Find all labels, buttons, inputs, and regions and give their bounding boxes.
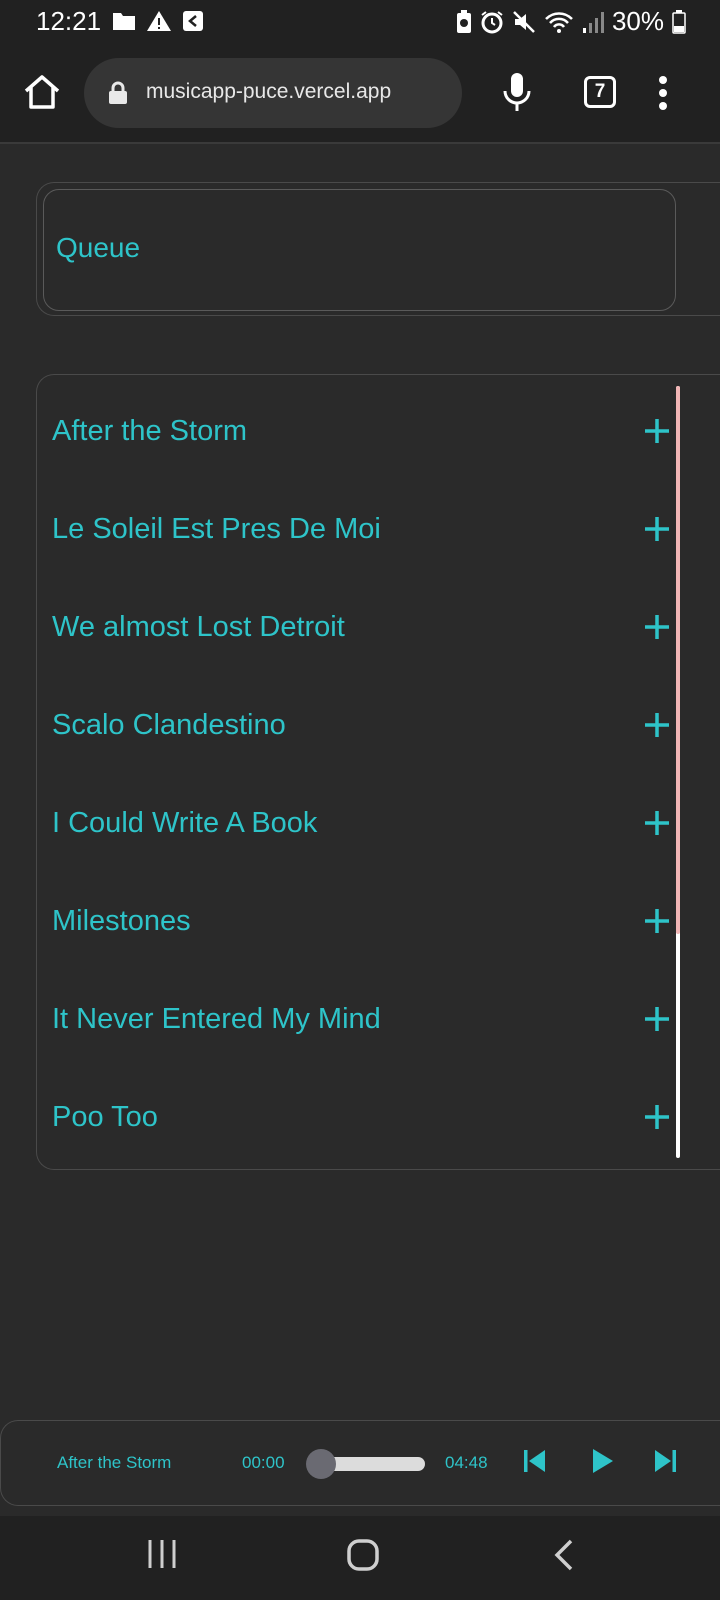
song-item[interactable]: Scalo Clandestino bbox=[37, 669, 677, 767]
tab-switcher-button[interactable]: 7 bbox=[584, 76, 616, 108]
browser-toolbar: musicapp-puce.vercel.app 7 bbox=[0, 44, 720, 144]
exit-icon bbox=[183, 11, 203, 31]
signal-icon bbox=[582, 11, 604, 33]
song-title: Poo Too bbox=[52, 1101, 158, 1133]
warning-icon bbox=[147, 11, 171, 31]
seek-thumb[interactable] bbox=[306, 1449, 336, 1479]
current-time: 00:00 bbox=[242, 1453, 285, 1472]
add-icon[interactable] bbox=[637, 607, 677, 647]
home-nav-icon[interactable] bbox=[346, 1538, 380, 1572]
lock-icon bbox=[109, 81, 127, 104]
add-icon[interactable] bbox=[637, 901, 677, 941]
more-options-icon[interactable] bbox=[658, 76, 668, 110]
queue-title: Queue bbox=[56, 232, 141, 263]
add-icon[interactable] bbox=[637, 705, 677, 745]
battery-icon bbox=[672, 9, 686, 34]
song-item[interactable]: Poo Too bbox=[37, 1061, 677, 1159]
song-item[interactable]: After the Storm bbox=[37, 375, 677, 473]
back-icon[interactable] bbox=[552, 1538, 576, 1572]
song-list: After the Storm Le Soleil Est Pres De Mo… bbox=[36, 374, 720, 1170]
wifi-icon bbox=[545, 11, 573, 33]
scrollbar-thumb[interactable] bbox=[676, 386, 680, 934]
url-text: musicapp-puce.vercel.app bbox=[146, 80, 392, 103]
music-player-bar: After the Storm 00:00 04:48 bbox=[0, 1420, 720, 1506]
system-nav-bar bbox=[0, 1516, 720, 1600]
add-icon[interactable] bbox=[637, 803, 677, 843]
microphone-icon[interactable] bbox=[502, 72, 532, 112]
song-item[interactable]: We almost Lost Detroit bbox=[37, 571, 677, 669]
play-icon[interactable] bbox=[591, 1447, 615, 1475]
duration: 04:48 bbox=[445, 1453, 488, 1472]
add-icon[interactable] bbox=[637, 509, 677, 549]
skip-previous-icon[interactable] bbox=[523, 1447, 547, 1475]
song-title: Scalo Clandestino bbox=[52, 709, 286, 741]
system-icons: 30% bbox=[456, 6, 686, 37]
seek-bar[interactable] bbox=[321, 1457, 425, 1471]
queue-box[interactable]: Queue bbox=[43, 189, 676, 311]
status-bar: 12:21 30% bbox=[0, 0, 720, 44]
queue-panel: Queue bbox=[36, 182, 720, 316]
add-icon[interactable] bbox=[637, 999, 677, 1039]
alarm-icon bbox=[481, 10, 503, 33]
status-time: 12:21 bbox=[36, 6, 102, 36]
song-item[interactable]: Milestones bbox=[37, 865, 677, 963]
song-title: We almost Lost Detroit bbox=[52, 611, 345, 643]
song-title: Milestones bbox=[52, 905, 191, 937]
add-icon[interactable] bbox=[637, 1097, 677, 1137]
now-playing-title: After the Storm bbox=[57, 1453, 172, 1472]
song-list-scrollbar[interactable] bbox=[676, 386, 680, 1158]
song-item[interactable]: It Never Entered My Mind bbox=[37, 963, 677, 1061]
song-item[interactable]: I Could Write A Book bbox=[37, 767, 677, 865]
song-title: It Never Entered My Mind bbox=[52, 1003, 381, 1035]
mute-icon bbox=[513, 10, 535, 33]
song-title: After the Storm bbox=[52, 415, 248, 447]
battery-saver-icon bbox=[456, 9, 471, 33]
home-icon[interactable] bbox=[22, 72, 62, 112]
add-icon[interactable] bbox=[637, 411, 677, 451]
address-bar[interactable]: musicapp-puce.vercel.app bbox=[84, 58, 462, 128]
folder-icon bbox=[113, 13, 135, 30]
notification-icons bbox=[112, 10, 204, 32]
recent-apps-icon[interactable] bbox=[146, 1538, 178, 1570]
skip-next-icon[interactable] bbox=[653, 1447, 677, 1475]
song-item[interactable]: Le Soleil Est Pres De Moi bbox=[37, 473, 677, 571]
song-title: I Could Write A Book bbox=[52, 807, 318, 839]
battery-percent: 30% bbox=[611, 6, 664, 36]
song-title: Le Soleil Est Pres De Moi bbox=[52, 513, 381, 545]
